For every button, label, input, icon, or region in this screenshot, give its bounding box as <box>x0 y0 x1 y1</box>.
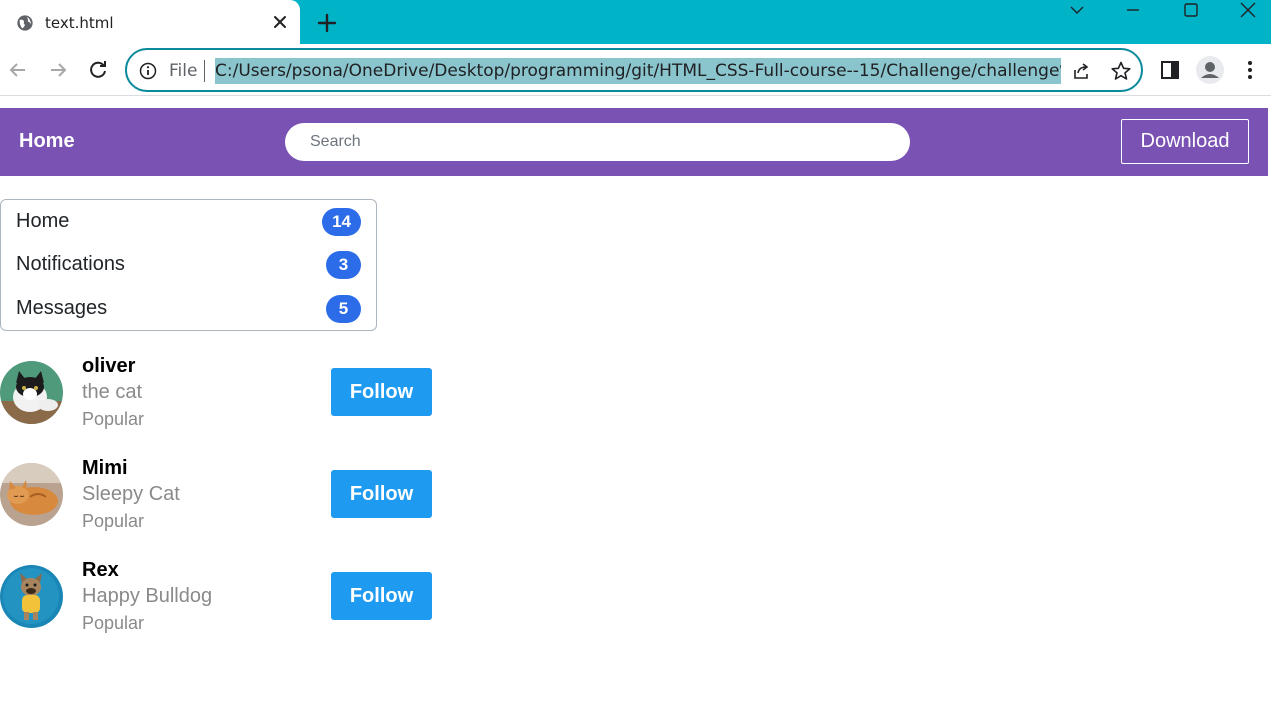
navbar-brand[interactable]: Home <box>19 130 75 153</box>
list-item-home[interactable]: Home 14 <box>1 200 376 244</box>
address-bar[interactable]: File C:/Users/psona/OneDrive/Desktop/pro… <box>125 48 1143 92</box>
omnibox-divider <box>204 60 205 82</box>
chevron-down-icon[interactable] <box>1067 2 1087 18</box>
tab-title: text.html <box>45 14 114 32</box>
count-badge: 5 <box>326 295 361 323</box>
close-icon[interactable] <box>270 12 290 32</box>
reload-icon[interactable] <box>86 58 110 82</box>
profile-tag: Popular <box>82 409 145 429</box>
url-text[interactable]: C:/Users/psona/OneDrive/Desktop/programm… <box>215 58 1061 84</box>
profile-card-rex: Rex Happy Bulldog Popular Follow <box>0 559 440 655</box>
follow-button[interactable]: Follow <box>331 368 432 416</box>
forward-arrow-icon[interactable] <box>46 58 70 82</box>
list-item-messages[interactable]: Messages 5 <box>1 287 376 331</box>
notification-list: Home 14 Notifications 3 Messages 5 <box>0 199 377 331</box>
minimize-icon[interactable] <box>1123 2 1143 18</box>
profile-description: Happy Bulldog <box>82 585 213 607</box>
profile-card-mimi: Mimi Sleepy Cat Popular Follow <box>0 457 440 553</box>
side-panel-icon[interactable] <box>1160 60 1180 80</box>
profile-name: oliver <box>82 355 136 377</box>
navbar: Home Download <box>0 108 1268 176</box>
avatar <box>0 361 63 424</box>
profile-avatar-icon[interactable] <box>1196 56 1224 84</box>
download-button[interactable]: Download <box>1121 119 1249 164</box>
tab-strip: text.html <box>0 0 1271 44</box>
avatar <box>0 565 63 628</box>
count-badge: 3 <box>326 251 361 279</box>
count-badge: 14 <box>322 208 361 236</box>
new-tab-icon[interactable] <box>316 12 338 34</box>
maximize-icon[interactable] <box>1181 2 1201 18</box>
protocol-label: File <box>169 61 198 81</box>
list-item-notifications[interactable]: Notifications 3 <box>1 243 376 287</box>
profile-tag: Popular <box>82 511 145 531</box>
window-close-icon[interactable] <box>1238 2 1258 18</box>
list-item-label: Messages <box>16 297 108 319</box>
follow-button[interactable]: Follow <box>331 470 432 518</box>
search-input[interactable] <box>285 123 910 161</box>
profile-name: Rex <box>82 559 119 581</box>
profile-name: Mimi <box>82 457 128 479</box>
browser-tab[interactable]: text.html <box>0 0 300 44</box>
avatar <box>0 463 63 526</box>
profile-tag: Popular <box>82 613 145 633</box>
more-menu-icon[interactable] <box>1240 58 1260 82</box>
follow-button[interactable]: Follow <box>331 572 432 620</box>
profile-card-oliver: oliver the cat Popular Follow <box>0 355 440 451</box>
share-icon[interactable] <box>1071 61 1091 81</box>
info-icon[interactable] <box>139 62 157 80</box>
globe-icon <box>17 15 33 31</box>
profile-description: the cat <box>82 381 143 403</box>
list-item-label: Notifications <box>16 253 125 275</box>
profile-description: Sleepy Cat <box>82 483 180 505</box>
bookmark-star-icon[interactable] <box>1110 60 1132 82</box>
list-item-label: Home <box>16 210 70 232</box>
back-arrow-icon[interactable] <box>6 58 30 82</box>
browser-toolbar: File C:/Users/psona/OneDrive/Desktop/pro… <box>0 44 1271 96</box>
